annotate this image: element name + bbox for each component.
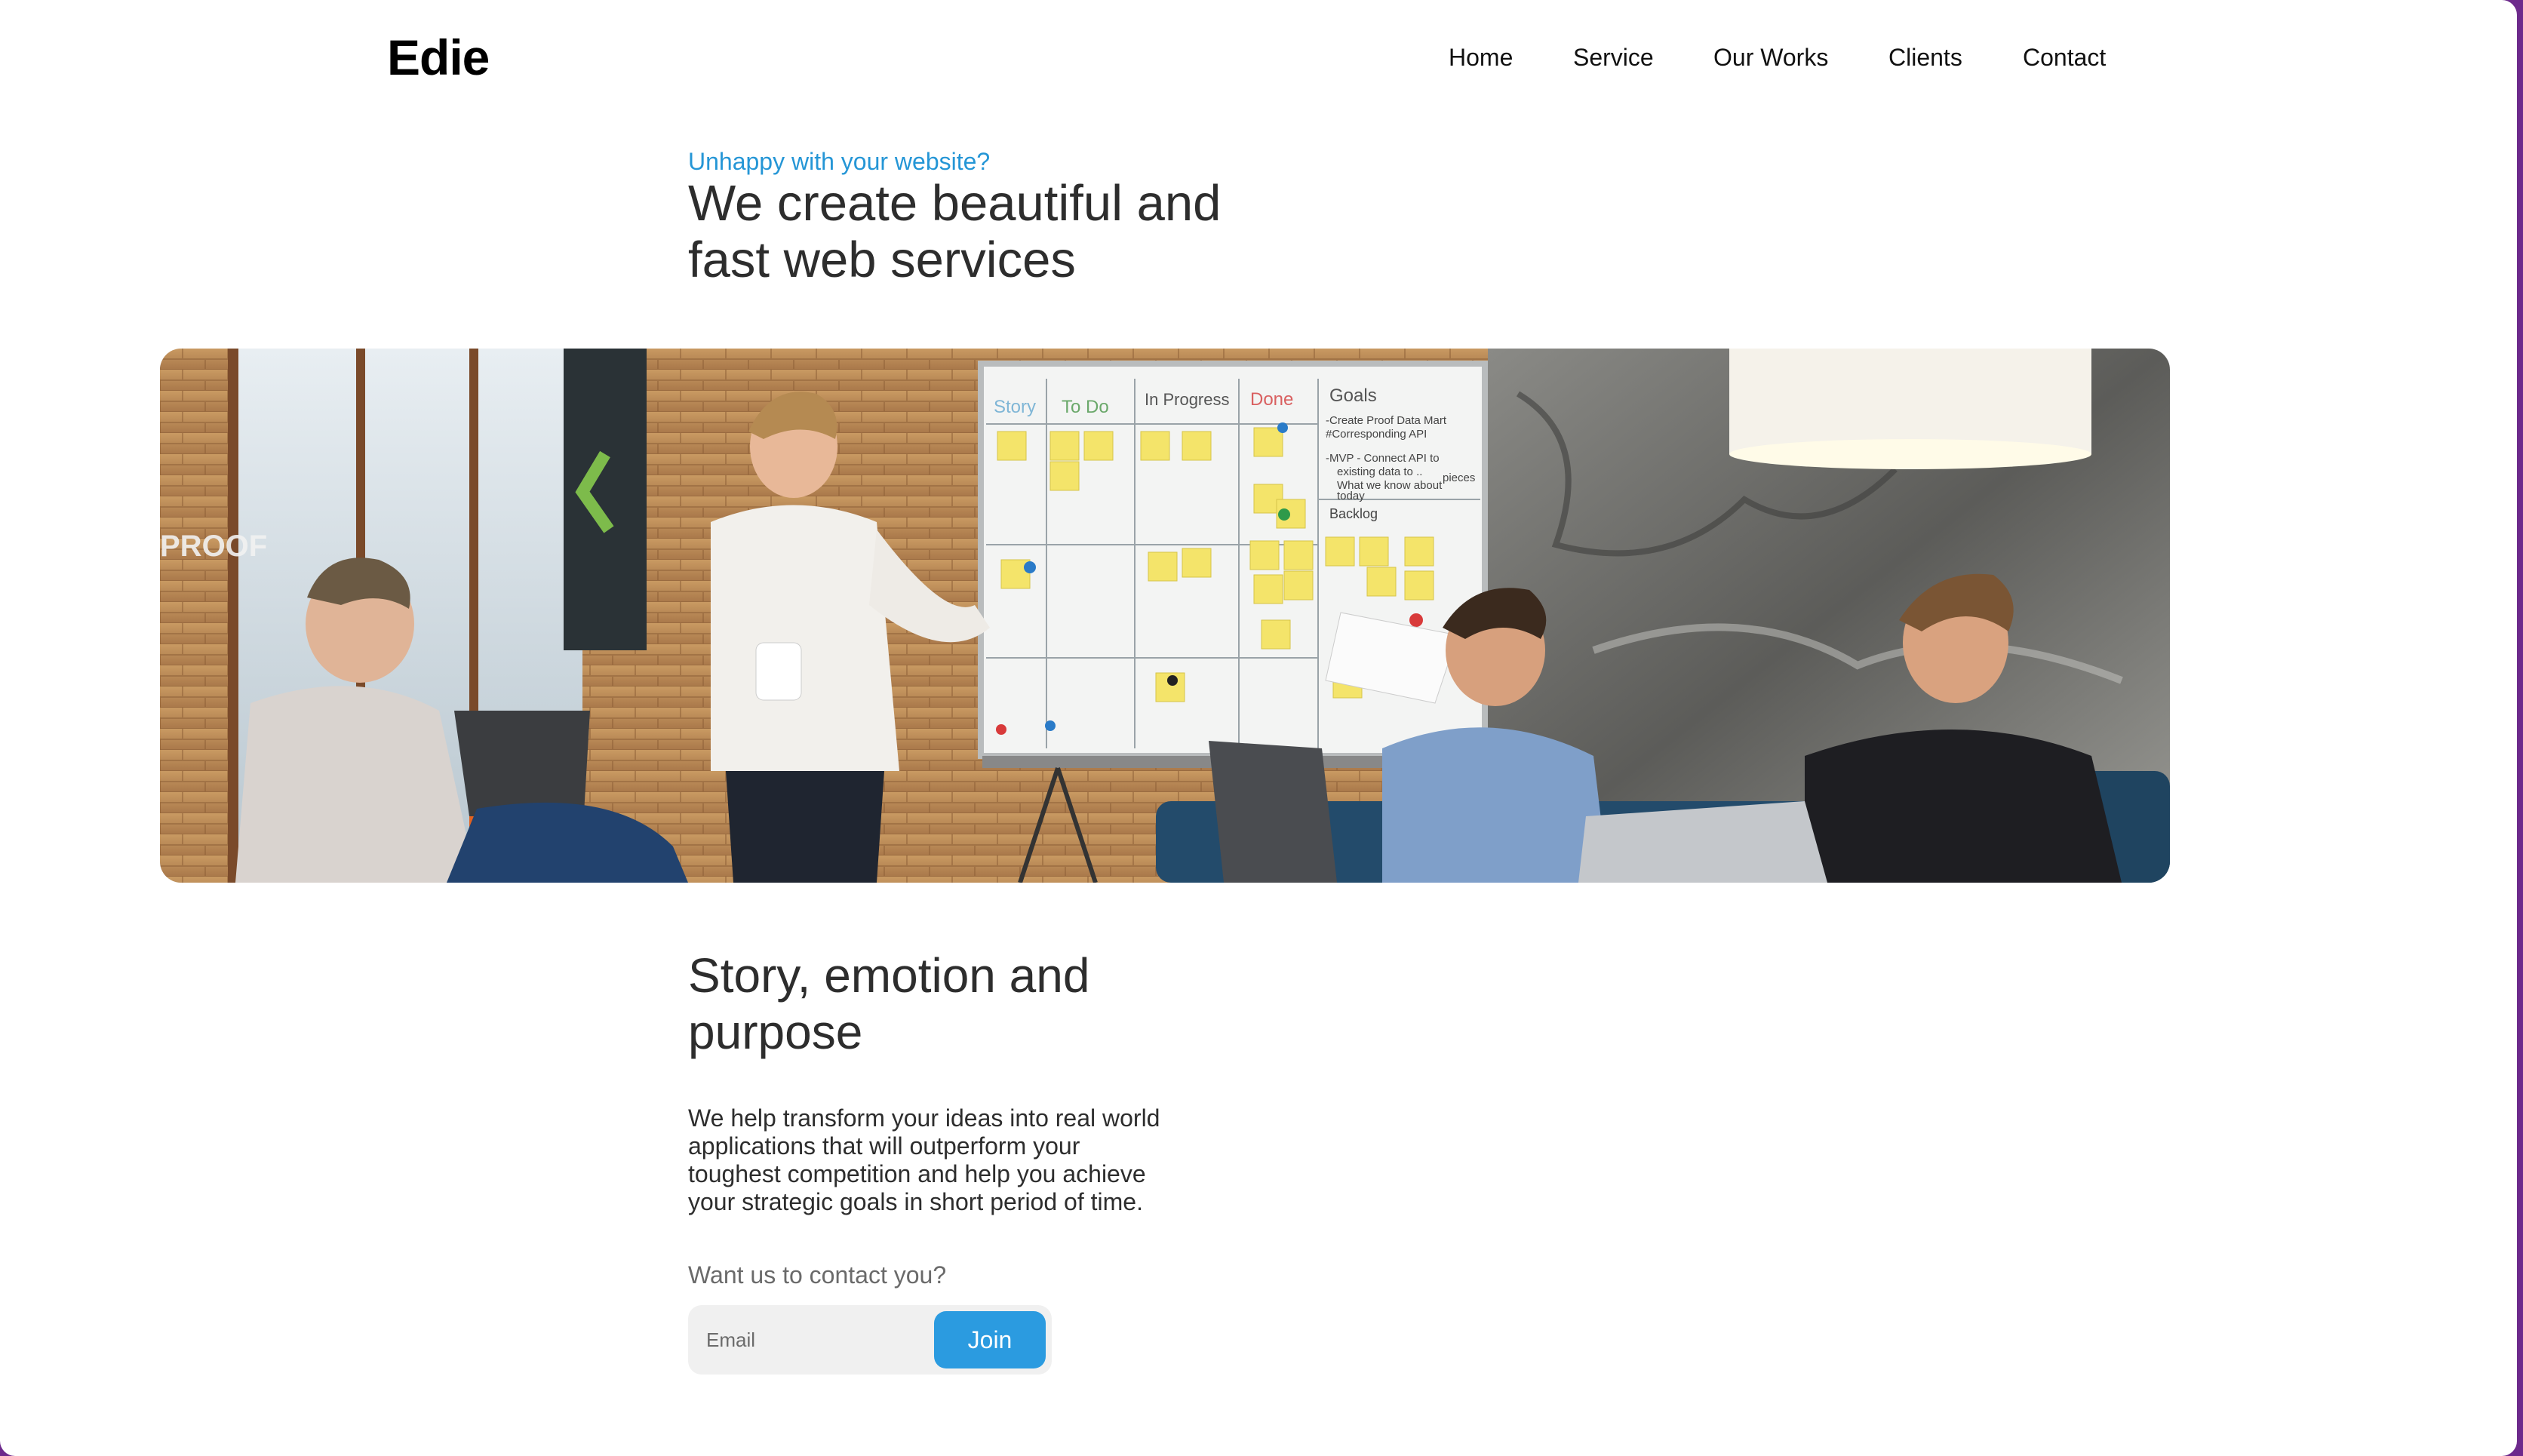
hero-title: We create beautiful and fast web service… (688, 175, 1222, 288)
window-frame-edge (2517, 0, 2523, 1456)
whiteboard-col-goals: Goals (1329, 386, 1377, 406)
nav-item-contact[interactable]: Contact (2023, 44, 2106, 72)
window-frame-corner (2502, 0, 2517, 15)
goal-note: -MVP - Connect API to (1326, 452, 1440, 465)
page: Edie Home Service Our Works Clients Cont… (0, 0, 2523, 1456)
goal-note: existing data to .. (1337, 465, 1422, 478)
hero-image: PROOF Story To Do In Progress Done Goals (160, 349, 2170, 883)
email-input[interactable] (688, 1305, 930, 1375)
nav-item-clients[interactable]: Clients (1888, 44, 1962, 72)
nav-item-our-works[interactable]: Our Works (1713, 44, 1828, 72)
whiteboard-col-story: Story (994, 397, 1036, 417)
contact-prompt: Want us to contact you? (688, 1261, 947, 1289)
goal-note: today (1337, 490, 1365, 502)
whiteboard-col-todo: To Do (1062, 397, 1109, 417)
goal-note: #Corresponding API (1326, 428, 1427, 441)
join-button[interactable]: Join (934, 1311, 1046, 1368)
signup-form: Join (688, 1305, 1052, 1375)
whiteboard-col-done: Done (1250, 389, 1293, 410)
story-body: We help transform your ideas into real w… (688, 1104, 1160, 1215)
site-logo[interactable]: Edie (387, 29, 490, 86)
nav-item-service[interactable]: Service (1573, 44, 1654, 72)
whiteboard-col-in-progress: In Progress (1145, 390, 1230, 409)
hero-eyebrow: Unhappy with your website? (688, 148, 991, 175)
goal-note: -Create Proof Data Mart (1326, 414, 1447, 427)
window-frame-corner (0, 1441, 15, 1456)
whiteboard-backlog: Backlog (1329, 506, 1378, 521)
nav-item-home[interactable]: Home (1449, 44, 1513, 72)
story-title: Story, emotion and purpose (688, 948, 1090, 1059)
goal-note: pieces (1443, 472, 1475, 484)
window-frame-corner (2502, 1441, 2517, 1456)
svg-text:PROOF: PROOF (160, 530, 267, 563)
